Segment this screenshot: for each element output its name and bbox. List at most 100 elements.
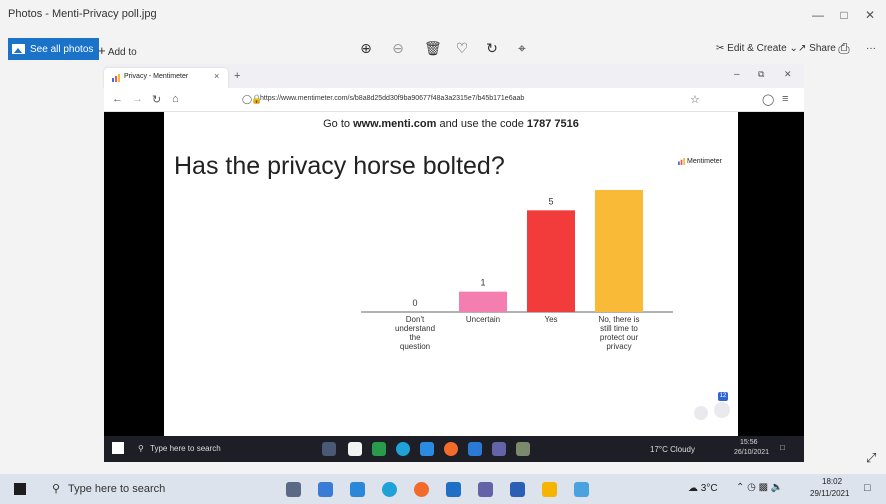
search-box[interactable]: Type here to search xyxy=(68,483,165,495)
menu-icon[interactable]: ≡ xyxy=(782,93,788,105)
notification-icon[interactable]: □ xyxy=(864,482,871,494)
inner-edge-icon[interactable] xyxy=(396,442,410,456)
tab-close-icon[interactable]: × xyxy=(214,71,219,81)
slide: Go to www.menti.com and use the code 178… xyxy=(164,112,738,444)
photos-app-icon[interactable] xyxy=(574,482,589,497)
inner-store-icon[interactable] xyxy=(348,442,362,456)
rotate-icon[interactable]: ↻ xyxy=(484,40,500,56)
zoom-out-icon[interactable]: ⊖ xyxy=(390,40,406,56)
inner-search-box[interactable]: Type here to search xyxy=(150,444,221,453)
clock-date: 29/11/2021 xyxy=(810,489,850,498)
inner-clock-date: 26/10/2021 xyxy=(734,449,770,456)
tray-icons[interactable]: ⌃ ◷ ▩ 🔈 xyxy=(736,482,783,493)
tab-title: Privacy - Mentimeter xyxy=(124,73,189,80)
chart-category-label: No, there is xyxy=(599,315,640,324)
delete-icon[interactable]: 🗑 xyxy=(424,40,442,56)
join-code: 1787 7516 xyxy=(526,118,579,130)
photos-titlebar: Photos - Menti-Privacy poll.jpg — □ ✕ xyxy=(0,0,886,30)
crop-icon[interactable]: ⌖ xyxy=(514,40,530,56)
mentimeter-logo-icon xyxy=(678,158,685,165)
share-label: Share xyxy=(809,43,836,54)
outlook-icon[interactable] xyxy=(446,482,461,497)
search-icon[interactable]: ⚲ xyxy=(52,482,60,495)
inner-tool-icon[interactable] xyxy=(516,442,530,456)
tab-strip: Privacy - Mentimeter × + – ⧉ ✕ xyxy=(104,64,804,88)
chart-category-label: Uncertain xyxy=(466,315,500,324)
mentimeter-favicon-icon xyxy=(112,74,120,82)
teams-icon[interactable] xyxy=(478,482,493,497)
weather-label: 3°C xyxy=(700,483,718,494)
print-icon[interactable]: ⎙ xyxy=(836,40,852,56)
chart-value-label: 5 xyxy=(548,196,553,206)
inner-firefox-icon[interactable] xyxy=(444,442,458,456)
inner-taskview-icon[interactable] xyxy=(322,442,336,456)
navigation-bar: ← → ↻ ⌂ ◯ 🔒 https://www.mentimeter.com/s… xyxy=(104,88,804,112)
browser-close-icon[interactable]: ✕ xyxy=(784,69,792,80)
inner-clock-time: 15:56 xyxy=(740,439,758,446)
participant-count-badge: 12 xyxy=(718,392,728,401)
forward-icon[interactable]: → xyxy=(132,93,143,105)
restore-icon[interactable]: □ xyxy=(834,6,854,24)
share-icon: ↗ xyxy=(798,43,807,54)
chart-category-label: protect our xyxy=(600,333,639,342)
zoom-in-icon[interactable]: ⊕ xyxy=(358,40,374,56)
edit-create-button[interactable]: ✂ Edit & Create ⌄ xyxy=(716,43,798,54)
more-button[interactable]: ··· xyxy=(866,43,876,54)
inner-start-icon[interactable] xyxy=(112,442,124,454)
reload-icon[interactable]: ↻ xyxy=(152,93,161,106)
chart-bar xyxy=(527,210,575,312)
favorite-icon[interactable]: ♡ xyxy=(454,40,470,56)
inner-weather[interactable]: 17°C Cloudy xyxy=(650,445,695,454)
word-icon[interactable] xyxy=(510,482,525,497)
join-instructions: Go to www.menti.com and use the code 178… xyxy=(164,118,738,130)
chart-category-label: still time to xyxy=(600,324,638,333)
presentation-stage: Go to www.menti.com and use the code 178… xyxy=(104,112,804,444)
sticky-icon[interactable] xyxy=(542,482,557,497)
browser-minimize-icon[interactable]: – xyxy=(734,69,740,80)
inner-teams-icon[interactable] xyxy=(492,442,506,456)
browser-restore-icon[interactable]: ⧉ xyxy=(758,69,764,80)
question-title: Has the privacy horse bolted? xyxy=(174,152,505,180)
expand-icon[interactable]: ⤢ xyxy=(866,450,876,466)
pocket-icon[interactable]: ◯ xyxy=(762,93,774,106)
back-icon[interactable]: ← xyxy=(112,93,123,105)
weather[interactable]: ☁ 3°C xyxy=(688,483,718,494)
clock-time: 18:02 xyxy=(822,477,843,486)
url-bar[interactable]: https://www.mentimeter.com/s/b8a8d25dd30… xyxy=(260,95,524,102)
chart-bar xyxy=(595,190,643,312)
new-tab-icon[interactable]: + xyxy=(234,70,240,82)
minimize-icon[interactable]: — xyxy=(808,6,828,24)
inner-spreadsheet-icon[interactable] xyxy=(372,442,386,456)
results-chart: 0 Don'tunderstandthequestion 1 Uncertain 5 Ye… xyxy=(361,184,673,351)
home-icon[interactable]: ⌂ xyxy=(172,93,179,105)
files-icon[interactable] xyxy=(350,482,365,497)
tab-privacy[interactable]: Privacy - Mentimeter × xyxy=(104,68,228,88)
close-icon[interactable]: ✕ xyxy=(860,6,880,24)
store-icon[interactable] xyxy=(318,482,333,497)
inner-word-icon[interactable] xyxy=(468,442,482,456)
taskview-icon[interactable] xyxy=(286,482,301,497)
comments-icon[interactable] xyxy=(694,406,708,420)
edit-create-label: Edit & Create xyxy=(727,43,787,54)
see-all-photos-button[interactable]: See all photos xyxy=(8,38,100,60)
chart-category-label: question xyxy=(400,342,430,351)
chart-category-label: privacy xyxy=(606,342,631,351)
inner-search-icon[interactable]: ⚲ xyxy=(138,444,144,453)
chart-value-label: 1 xyxy=(480,278,485,288)
edge-icon[interactable] xyxy=(382,482,397,497)
add-to-button[interactable]: + Add to xyxy=(98,43,137,58)
share-button[interactable]: ↗ Share xyxy=(798,43,836,54)
firefox-icon[interactable] xyxy=(414,482,429,497)
window-title: Photos - Menti-Privacy poll.jpg xyxy=(8,8,157,20)
inner-notification-icon[interactable]: □ xyxy=(780,443,785,452)
chart-bar xyxy=(459,291,507,312)
photos-toolbar: See all photos + Add to ⊕ ⊖ 🗑 ♡ ↻ ⌖ ✂ Ed… xyxy=(0,33,886,63)
inner-app-icon[interactable] xyxy=(420,442,434,456)
start-icon[interactable] xyxy=(14,483,26,495)
cloud-icon: ☁ xyxy=(688,483,698,494)
bookmark-star-icon[interactable]: ☆ xyxy=(690,93,700,106)
mentimeter-logo: Mentimeter xyxy=(678,158,722,165)
participants-icon[interactable] xyxy=(714,402,730,418)
see-all-label: See all photos xyxy=(30,43,94,55)
join-site: www.menti.com xyxy=(353,118,437,130)
